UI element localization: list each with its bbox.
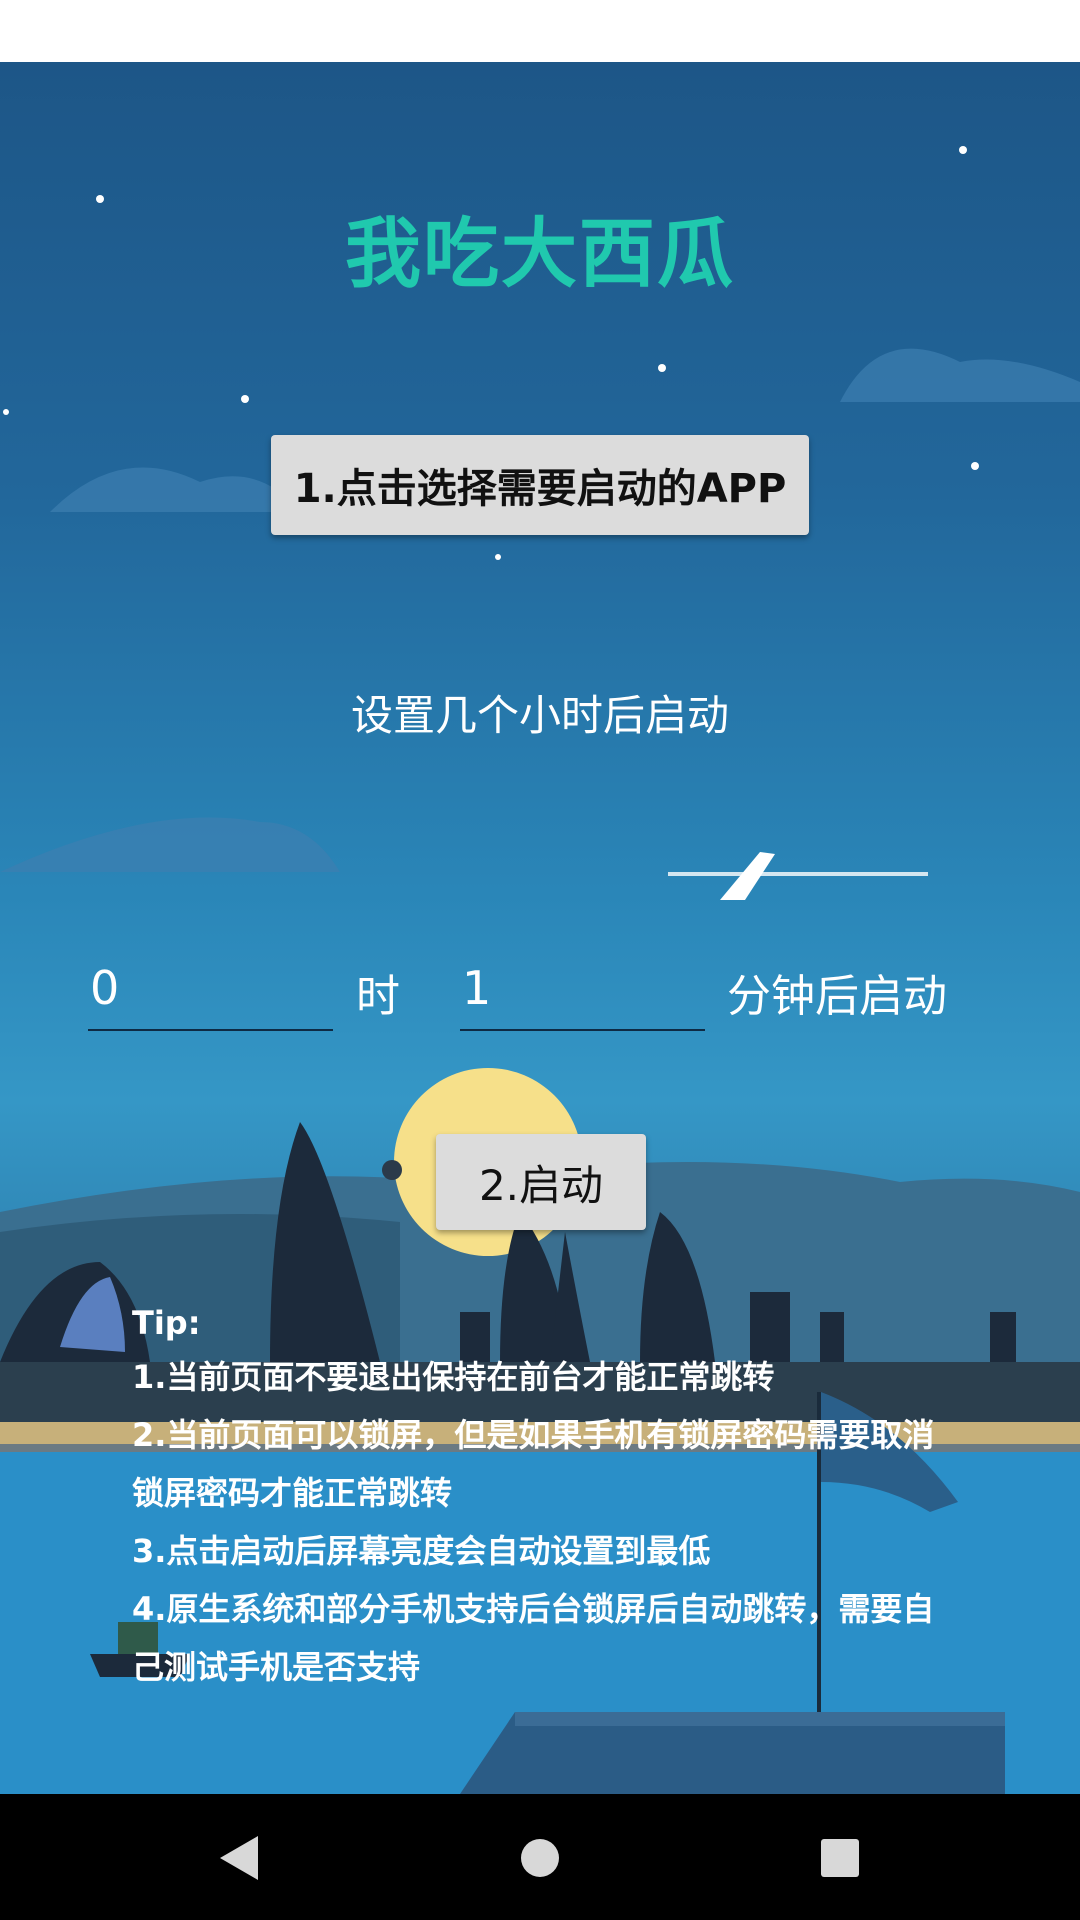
app-title: 我吃大西瓜 <box>345 209 735 298</box>
circle-home-icon <box>521 1839 559 1877</box>
minutes-input[interactable]: 1 <box>460 957 705 1031</box>
triangle-back-icon <box>220 1836 258 1880</box>
delay-prompt: 设置几个小时后启动 <box>350 691 729 740</box>
tip-item-2: 2.当前页面可以锁屏，但是如果手机有锁屏密码需要取消锁屏密码才能正常跳转 <box>132 1416 935 1512</box>
navigation-bar <box>0 1794 1080 1920</box>
tip-item-1: 1.当前页面不要退出保持在前台才能正常跳转 <box>132 1358 775 1396</box>
home-button[interactable] <box>504 1822 576 1894</box>
hours-input[interactable]: 0 <box>88 957 333 1031</box>
square-recents-icon <box>821 1839 859 1877</box>
hours-unit-label: 时 <box>356 971 400 1022</box>
recents-button[interactable] <box>804 1822 876 1894</box>
tip-item-4: 4.原生系统和部分手机支持后台锁屏后自动跳转，需要自己测试手机是否支持 <box>132 1590 935 1686</box>
select-app-button[interactable]: 1.点击选择需要启动的APP <box>271 435 809 535</box>
tips-heading: Tip: <box>132 1304 201 1342</box>
status-bar <box>0 0 1080 62</box>
start-button[interactable]: 2.启动 <box>436 1134 646 1230</box>
tip-item-3: 3.点击启动后屏幕亮度会自动设置到最低 <box>132 1532 711 1570</box>
tips-section: Tip: 1.当前页面不要退出保持在前台才能正常跳转 2.当前页面可以锁屏，但是… <box>132 1298 962 1696</box>
minutes-unit-label: 分钟后启动 <box>727 971 947 1022</box>
back-button[interactable] <box>204 1822 276 1894</box>
app-background: 我吃大西瓜 1.点击选择需要启动的APP 设置几个小时后启动 0 时 1 分钟后… <box>0 62 1080 1794</box>
plane <box>668 852 928 900</box>
